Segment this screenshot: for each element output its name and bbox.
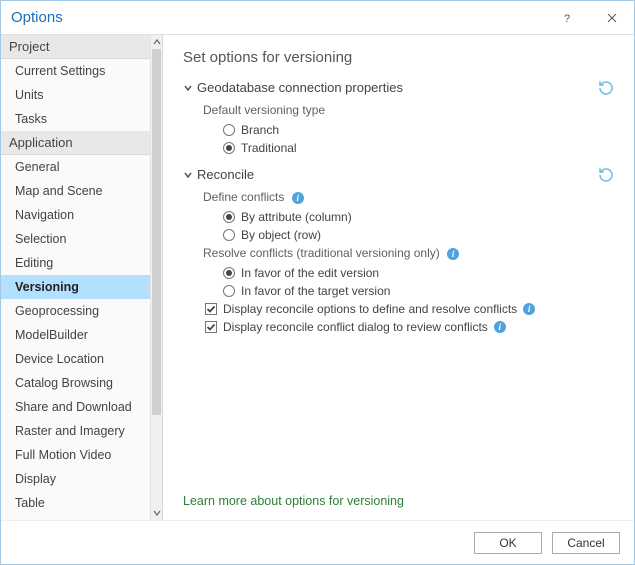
sidebar-item[interactable]: Versioning bbox=[1, 275, 150, 299]
group-label: Default versioning type bbox=[183, 101, 614, 121]
options-dialog: Options ? ProjectCurrent SettingsUnitsTa… bbox=[0, 0, 635, 565]
group-label: Resolve conflicts (traditional versionin… bbox=[183, 244, 614, 264]
scroll-track[interactable] bbox=[151, 49, 162, 506]
help-button[interactable]: ? bbox=[544, 1, 589, 34]
radio-row[interactable]: By attribute (column) bbox=[183, 208, 614, 226]
scroll-thumb[interactable] bbox=[152, 49, 161, 415]
section-title: Geodatabase connection properties bbox=[197, 80, 403, 95]
radio[interactable] bbox=[223, 142, 235, 154]
sidebar-item[interactable]: Navigation bbox=[1, 203, 150, 227]
sidebar-category-header: Application bbox=[1, 131, 150, 155]
sidebar-item[interactable]: Current Settings bbox=[1, 59, 150, 83]
radio-label: In favor of the target version bbox=[241, 284, 390, 298]
info-icon[interactable]: i bbox=[447, 248, 459, 260]
radio-label: Branch bbox=[241, 123, 279, 137]
sidebar-item[interactable]: Catalog Browsing bbox=[1, 371, 150, 395]
sidebar-item[interactable]: Table bbox=[1, 491, 150, 515]
scroll-down-icon[interactable] bbox=[151, 506, 162, 520]
reset-button[interactable] bbox=[594, 163, 618, 187]
radio[interactable] bbox=[223, 285, 235, 297]
radio-row[interactable]: In favor of the edit version bbox=[183, 264, 614, 282]
checkbox-row[interactable]: Display reconcile conflict dialog to rev… bbox=[183, 318, 614, 336]
radio[interactable] bbox=[223, 229, 235, 241]
sidebar-scrollbar[interactable] bbox=[150, 35, 162, 520]
svg-text:?: ? bbox=[564, 13, 570, 23]
radio-row[interactable]: Traditional bbox=[183, 139, 614, 157]
sidebar-item[interactable]: Share and Download bbox=[1, 395, 150, 419]
radio-label: By attribute (column) bbox=[241, 210, 352, 224]
radio-label: By object (row) bbox=[241, 228, 321, 242]
section-title: Reconcile bbox=[197, 167, 254, 182]
info-icon[interactable]: i bbox=[292, 192, 304, 204]
page-title: Set options for versioning bbox=[183, 49, 614, 66]
checkbox-label: Display reconcile conflict dialog to rev… bbox=[223, 320, 488, 334]
sidebar-item[interactable]: Selection bbox=[1, 227, 150, 251]
radio-label: Traditional bbox=[241, 141, 297, 155]
radio[interactable] bbox=[223, 124, 235, 136]
checkbox[interactable] bbox=[205, 303, 217, 315]
checkbox-label: Display reconcile options to define and … bbox=[223, 302, 517, 316]
section-header[interactable]: Reconcile bbox=[183, 167, 614, 182]
close-button[interactable] bbox=[589, 1, 634, 34]
section-connection-properties: Geodatabase connection properties Defaul… bbox=[183, 80, 614, 157]
sidebar-category-header: Project bbox=[1, 35, 150, 59]
sidebar-item[interactable]: Tasks bbox=[1, 107, 150, 131]
sidebar-item[interactable]: Full Motion Video bbox=[1, 443, 150, 467]
sidebar-item[interactable]: Layout bbox=[1, 515, 150, 520]
sidebar-item[interactable]: General bbox=[1, 155, 150, 179]
radio-label: In favor of the edit version bbox=[241, 266, 379, 280]
cancel-button[interactable]: Cancel bbox=[552, 532, 620, 554]
radio-row[interactable]: Branch bbox=[183, 121, 614, 139]
radio-row[interactable]: In favor of the target version bbox=[183, 282, 614, 300]
titlebar: Options ? bbox=[1, 1, 634, 35]
sidebar-item[interactable]: ModelBuilder bbox=[1, 323, 150, 347]
scroll-up-icon[interactable] bbox=[151, 35, 162, 49]
checkbox-row[interactable]: Display reconcile options to define and … bbox=[183, 300, 614, 318]
window-title: Options bbox=[11, 9, 544, 26]
group-label: Define conflicts i bbox=[183, 188, 614, 208]
radio[interactable] bbox=[223, 211, 235, 223]
sidebar-item[interactable]: Device Location bbox=[1, 347, 150, 371]
sidebar-item[interactable]: Geoprocessing bbox=[1, 299, 150, 323]
ok-button[interactable]: OK bbox=[474, 532, 542, 554]
sidebar-item[interactable]: Map and Scene bbox=[1, 179, 150, 203]
radio[interactable] bbox=[223, 267, 235, 279]
checkbox[interactable] bbox=[205, 321, 217, 333]
chevron-down-icon bbox=[183, 83, 193, 93]
radio-row[interactable]: By object (row) bbox=[183, 226, 614, 244]
reset-button[interactable] bbox=[594, 76, 618, 100]
sidebar: ProjectCurrent SettingsUnitsTasksApplica… bbox=[1, 35, 163, 520]
learn-more-link[interactable]: Learn more about options for versioning bbox=[183, 488, 614, 514]
sidebar-item[interactable]: Raster and Imagery bbox=[1, 419, 150, 443]
info-icon[interactable]: i bbox=[523, 303, 535, 315]
footer: OK Cancel bbox=[1, 520, 634, 564]
info-icon[interactable]: i bbox=[494, 321, 506, 333]
dialog-body: ProjectCurrent SettingsUnitsTasksApplica… bbox=[1, 35, 634, 520]
sidebar-item[interactable]: Display bbox=[1, 467, 150, 491]
content-pane: Set options for versioning Geodatabase c… bbox=[163, 35, 634, 520]
section-reconcile: Reconcile Define conflicts i By attribut… bbox=[183, 167, 614, 336]
chevron-down-icon bbox=[183, 170, 193, 180]
sidebar-item[interactable]: Editing bbox=[1, 251, 150, 275]
section-header[interactable]: Geodatabase connection properties bbox=[183, 80, 614, 95]
sidebar-item[interactable]: Units bbox=[1, 83, 150, 107]
